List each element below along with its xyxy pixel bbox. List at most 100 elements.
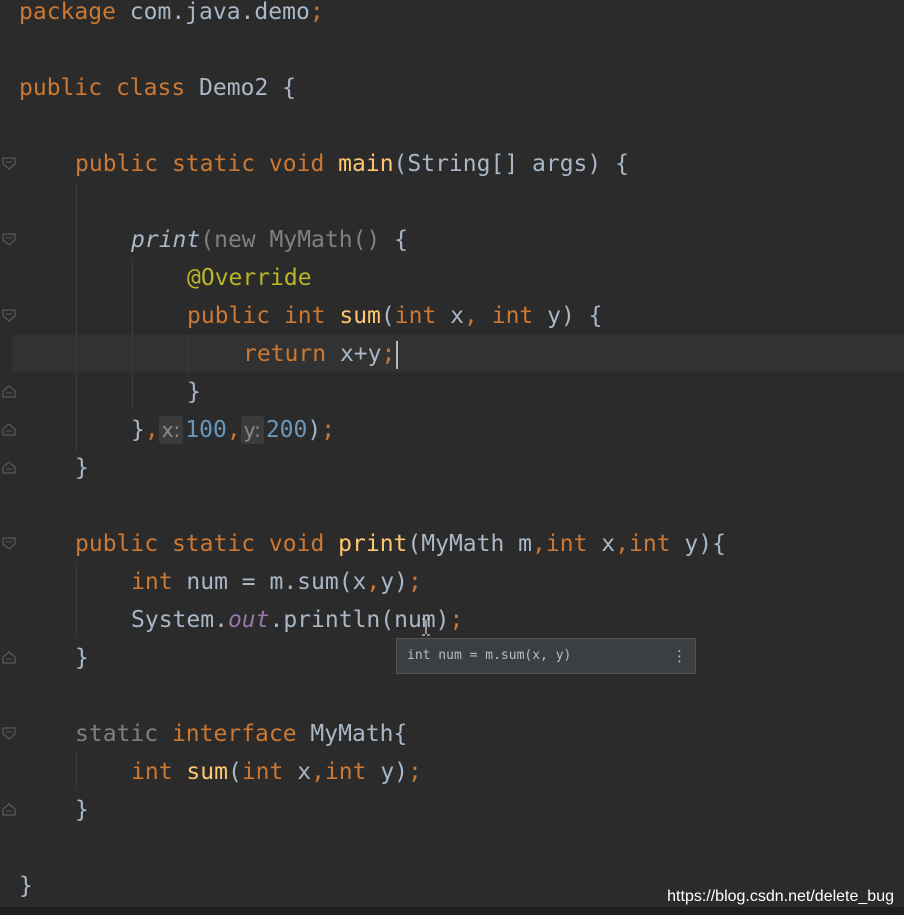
code-token: } — [75, 645, 89, 671]
indent-guide — [76, 562, 77, 638]
keyword-token: interface — [171, 721, 297, 747]
code-token: x — [587, 531, 616, 557]
code-editor[interactable]: package com.java.demo; public class Demo… — [0, 0, 904, 907]
code-line-brace[interactable]: } — [19, 867, 33, 905]
code-token: } — [75, 455, 89, 481]
code-token: (MyMath m — [407, 531, 533, 557]
code-token: System. — [131, 607, 228, 633]
code-line-println[interactable]: System.out.println(num); — [131, 601, 463, 639]
quick-documentation-tooltip[interactable]: int num = m.sum(x, y) ⋮ — [396, 638, 696, 674]
code-token: new MyMath() — [214, 227, 381, 253]
code-line-print-call[interactable]: print(new MyMath() { — [131, 221, 408, 259]
fold-close-icon[interactable] — [2, 651, 16, 664]
code-token: com.java.demo — [115, 0, 310, 25]
code-token: x — [436, 303, 465, 329]
indent-guide — [76, 182, 77, 452]
fold-open-icon[interactable] — [2, 233, 16, 246]
keyword-token: int — [394, 303, 437, 329]
code-line-num-assignment[interactable]: int num = m.sum(x,y); — [131, 563, 422, 601]
code-line-override-annotation[interactable]: @Override — [187, 259, 312, 297]
code-line-sum-method[interactable]: public int sum(int x, int y) { — [187, 297, 603, 335]
text-cursor — [396, 340, 399, 369]
keyword-token: int — [131, 569, 173, 595]
ibeam-cursor-icon — [421, 618, 431, 636]
fold-open-icon[interactable] — [2, 157, 16, 170]
code-token: y) { — [533, 303, 603, 329]
keyword-token: int — [324, 759, 367, 785]
fold-open-icon[interactable] — [2, 537, 16, 550]
code-line-return[interactable]: return x+y; — [243, 335, 399, 373]
number-token: 100 — [185, 417, 227, 443]
punctuation-token: ; — [321, 417, 336, 443]
keyword-token: public — [75, 531, 159, 557]
code-token: y){ — [670, 531, 726, 557]
annotation-token: @Override — [187, 265, 312, 291]
punctuation-token: ; — [309, 0, 324, 25]
fold-open-icon[interactable] — [2, 727, 16, 740]
code-token: y) — [380, 569, 408, 595]
keyword-token: int — [131, 759, 173, 785]
parameter-hint-y: y: — [240, 416, 264, 444]
fold-close-icon[interactable] — [2, 461, 16, 474]
keyword-token: int — [283, 303, 326, 329]
punctuation-token: , — [615, 531, 629, 557]
code-token: x+y — [326, 341, 382, 367]
code-token: (String[] args) { — [393, 151, 629, 177]
code-token: } — [19, 873, 33, 899]
punctuation-token: , — [464, 303, 478, 329]
fold-open-icon[interactable] — [2, 309, 16, 322]
fold-close-icon[interactable] — [2, 803, 16, 816]
code-token: } — [187, 379, 201, 405]
code-token: ( — [200, 227, 215, 253]
keyword-token: package — [19, 0, 116, 25]
keyword-token: static — [171, 151, 256, 177]
indent-guide — [76, 752, 77, 790]
keyword-token: int — [241, 759, 284, 785]
keyword-token: void — [268, 531, 325, 557]
code-line-print-method[interactable]: public static void print(MyMath m,int x,… — [75, 525, 726, 563]
fold-close-icon[interactable] — [2, 385, 16, 398]
code-token: num = m.sum(x — [172, 569, 367, 595]
more-vertical-icon[interactable]: ⋮ — [672, 639, 687, 673]
punctuation-token: , — [144, 417, 159, 443]
keyword-token: static — [171, 531, 256, 557]
method-name-token: sum — [186, 759, 228, 785]
code-line-package[interactable]: package com.java.demo; — [19, 0, 324, 31]
code-line-print-args[interactable]: }, x: 100, y: 200); — [131, 411, 335, 449]
code-line-main-method[interactable]: public static void main(String[] args) { — [75, 145, 629, 183]
code-line-brace[interactable]: } — [75, 449, 89, 487]
code-line-brace[interactable]: } — [75, 791, 89, 829]
parameter-hint-x: x: — [158, 416, 184, 444]
punctuation-token: ; — [449, 607, 464, 633]
code-line-class-declaration[interactable]: public class Demo2 { — [19, 69, 296, 107]
number-token: 200 — [265, 417, 308, 443]
keyword-token: class — [115, 75, 186, 101]
indent-guide — [188, 334, 189, 374]
code-token: ( — [227, 759, 242, 785]
bottom-strip — [0, 907, 904, 915]
punctuation-token: ; — [381, 341, 396, 367]
punctuation-token: , — [532, 531, 546, 557]
code-token: ( — [380, 303, 395, 329]
punctuation-token: , — [226, 417, 241, 443]
punctuation-token: , — [366, 569, 381, 595]
indent-guide — [132, 258, 133, 408]
keyword-token: return — [243, 341, 327, 367]
method-call-token: print — [131, 227, 201, 253]
keyword-token: static — [75, 721, 159, 747]
code-token: y) — [366, 759, 409, 785]
code-line-interface[interactable]: static interface MyMath{ — [75, 715, 407, 753]
code-token: { — [380, 227, 408, 253]
code-token: MyMath{ — [296, 721, 408, 747]
watermark-url: https://blog.csdn.net/delete_bug — [667, 888, 894, 905]
method-name-token: sum — [339, 303, 381, 329]
keyword-token: void — [268, 151, 325, 177]
code-line-interface-method[interactable]: int sum(int x,int y); — [131, 753, 422, 791]
editor-gutter — [0, 0, 12, 907]
code-line-brace[interactable]: } — [187, 373, 201, 411]
code-line-brace[interactable]: } — [75, 639, 89, 677]
method-name-token: main — [338, 151, 394, 177]
keyword-token: public — [187, 303, 271, 329]
code-token: ) — [307, 417, 322, 443]
fold-close-icon[interactable] — [2, 423, 16, 436]
